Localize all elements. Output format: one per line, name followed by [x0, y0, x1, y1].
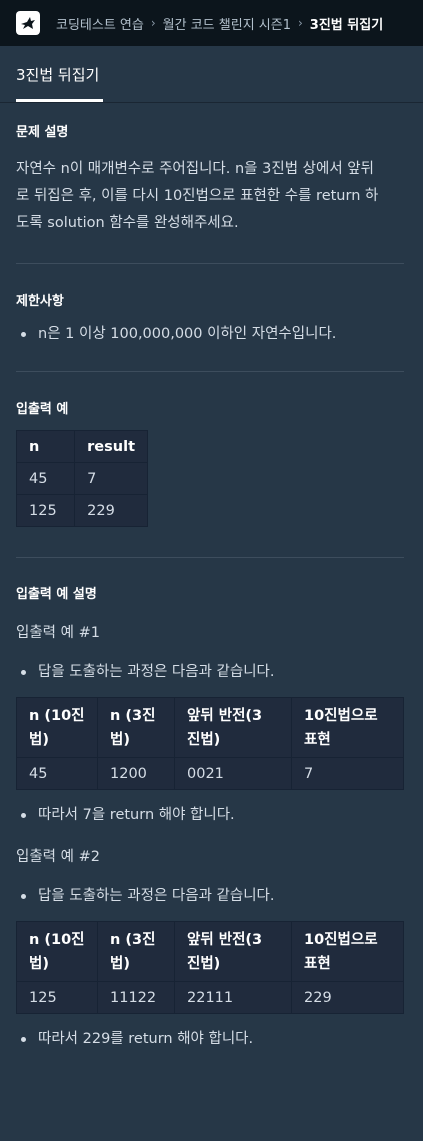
table-header-cell: 10진법으로 표현	[291, 921, 404, 982]
table-cell: 11122	[97, 981, 175, 1014]
table-cell: 229	[291, 981, 404, 1014]
table-cell: 125	[16, 981, 98, 1014]
table-cell: 45	[16, 757, 98, 790]
examples-heading: 입출력 예	[16, 402, 69, 417]
table-cell: 7	[291, 757, 404, 790]
top-navigation-bar: 코딩테스트 연습 › 월간 코드 챌린지 시즌1 › 3진법 뒤집기	[0, 0, 423, 46]
table-header-cell: n (10진 법)	[16, 921, 98, 982]
tab-problem[interactable]: 3진법 뒤집기	[16, 64, 99, 85]
programmers-logo-icon[interactable]	[16, 11, 40, 35]
table-header-cell: n (10진 법)	[16, 697, 98, 758]
table-header-cell: n (3진 법)	[97, 921, 175, 982]
example-2-title: 입출력 예 #2	[16, 849, 100, 865]
table-cell: 22111	[174, 981, 292, 1014]
section-divider	[16, 557, 404, 558]
example-1-intro: 답을 도출하는 과정은 다음과 같습니다.	[20, 664, 275, 680]
chevron-right-icon: ›	[297, 16, 303, 30]
description-heading: 문제 설명	[16, 125, 69, 140]
table-row: 125 11122 22111 229	[16, 981, 404, 1014]
table-header-cell: 앞뒤 반전(3 진법)	[174, 921, 292, 982]
tab-bar: 3진법 뒤집기	[0, 46, 423, 102]
table-cell: 45	[15, 462, 76, 495]
table-header-cell: n	[15, 430, 76, 463]
explanation-heading: 입출력 예 설명	[16, 587, 97, 602]
description-line: 자연수 n이 매개변수로 주어집니다. n을 3진법 상에서 앞뒤	[16, 161, 374, 177]
description-line: 로 뒤집은 후, 이를 다시 10진법으로 표현한 수를 return 하	[16, 188, 379, 204]
table-cell: 1200	[97, 757, 175, 790]
example-1-outro: 따라서 7을 return 해야 합니다.	[21, 807, 235, 823]
section-divider	[16, 371, 404, 372]
tab-bar-border	[0, 102, 423, 103]
description-line: 도록 solution 함수를 완성해주세요.	[16, 215, 239, 231]
example-1-title: 입출력 예 #1	[16, 625, 100, 641]
table-header-row: n (10진 법) n (3진 법) 앞뒤 반전(3 진법) 10진법으로 표현	[16, 921, 404, 982]
examples-table: n result 45 7 125 229	[15, 430, 148, 527]
table-cell: 7	[74, 462, 148, 495]
constraint-item: n은 1 이상 100,000,000 이하인 자연수입니다.	[20, 326, 337, 342]
table-cell: 125	[15, 494, 76, 527]
breadcrumb-item-current: 3진법 뒤집기	[309, 17, 384, 33]
description-text: 자연수 n이 매개변수로 주어집니다. n을 3진법 상에서 앞뒤 로 뒤집은 …	[16, 156, 406, 237]
table-header-cell: n (3진 법)	[97, 697, 175, 758]
chevron-right-icon: ›	[150, 16, 156, 30]
table-row: 45 7	[15, 462, 148, 495]
example-1-table: n (10진 법) n (3진 법) 앞뒤 반전(3 진법) 10진법으로 표현 45 …	[16, 697, 404, 790]
section-divider	[16, 263, 404, 264]
example-2-table: n (10진 법) n (3진 법) 앞뒤 반전(3 진법) 10진법으로 표현 125…	[16, 921, 404, 1014]
breadcrumb: 코딩테스트 연습 › 월간 코드 챌린지 시즌1 › 3진법 뒤집기	[56, 0, 383, 46]
example-2-intro: 답을 도출하는 과정은 다음과 같습니다.	[20, 888, 275, 904]
table-header-cell: result	[74, 430, 148, 463]
table-header-cell: 10진법으로 표현	[291, 697, 404, 758]
constraints-heading: 제한사항	[16, 294, 64, 309]
table-header-row: n (10진 법) n (3진 법) 앞뒤 반전(3 진법) 10진법으로 표현	[16, 697, 404, 758]
table-header-row: n result	[15, 430, 148, 463]
table-row: 125 229	[15, 494, 148, 527]
table-cell: 229	[74, 494, 148, 527]
table-row: 45 1200 0021 7	[16, 757, 404, 790]
example-2-outro: 따라서 229를 return 해야 합니다.	[20, 1031, 254, 1047]
table-header-cell: 앞뒤 반전(3 진법)	[174, 697, 292, 758]
breadcrumb-item-monthly-challenge[interactable]: 월간 코드 챌린지 시즌1	[163, 14, 291, 33]
breadcrumb-item-coding-test[interactable]: 코딩테스트 연습	[56, 14, 144, 33]
table-cell: 0021	[174, 757, 292, 790]
